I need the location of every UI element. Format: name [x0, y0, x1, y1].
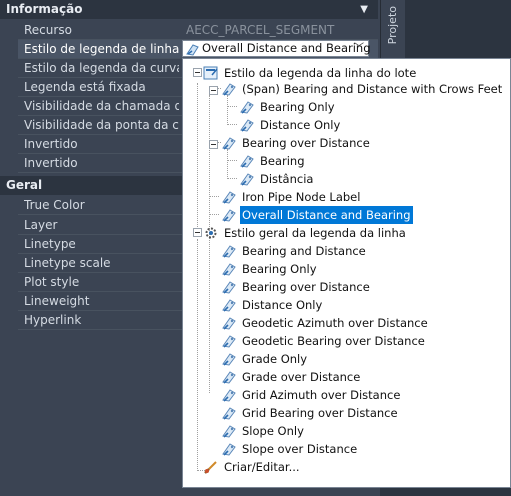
tree-item-label: Overall Distance and Bearing	[240, 206, 413, 224]
collapse-toggle[interactable]	[209, 86, 218, 95]
property-label: Estilo da legenda da curva	[24, 61, 179, 75]
label-style-icon	[239, 99, 255, 115]
tree-item-label: Distance Only	[260, 118, 341, 132]
label-style-icon	[221, 135, 237, 151]
tree-item-label: Criar/Editar...	[224, 460, 300, 474]
label-style-icon	[186, 44, 199, 56]
tree-item-label: Bearing Only	[260, 100, 335, 114]
property-label: Lineweight	[24, 294, 90, 308]
side-tab-label: Projeto	[386, 6, 399, 45]
tree-item-label: Iron Pipe Node Label	[242, 190, 361, 204]
property-label: Invertido	[24, 137, 78, 151]
label-style-icon	[239, 171, 255, 187]
label-style-icon	[221, 405, 237, 421]
tree-item-label: Slope over Distance	[242, 442, 358, 456]
property-label: Recurso	[24, 23, 72, 37]
property-label: Layer	[24, 218, 58, 232]
combo-value: Overall Distance and Bearing	[202, 41, 371, 55]
line-label-style-combo[interactable]: Overall Distance and Bearing ﹀	[182, 40, 371, 57]
section-header-informacao[interactable]: Informação ▼	[0, 0, 378, 19]
label-style-icon	[221, 189, 237, 205]
tree-item-label: Bearing over Distance	[242, 280, 370, 294]
label-style-icon	[221, 333, 237, 349]
tree-item-label: Estilo geral da legenda da linha	[224, 226, 406, 240]
tree-item-label: (Span) Bearing and Distance with Crows F…	[242, 82, 503, 96]
chevron-down-icon[interactable]: ﹀	[354, 41, 364, 56]
collapse-toggle[interactable]	[193, 68, 202, 77]
label-style-icon	[221, 297, 237, 313]
collapse-toggle[interactable]	[209, 140, 218, 149]
property-row-recurso[interactable]: Recurso AECC_PARCEL_SEGMENT	[18, 21, 378, 40]
property-label: Visibilidade da ponta da ch...	[24, 118, 179, 132]
label-style-icon	[221, 387, 237, 403]
tree-item-label: Grade over Distance	[242, 370, 361, 384]
label-style-icon	[221, 351, 237, 367]
label-style-icon	[221, 369, 237, 385]
tree-item-label: Slope Only	[242, 424, 304, 438]
tree-item-label: Grid Azimuth over Distance	[242, 388, 401, 402]
tree-item-label: Bearing over Distance	[242, 136, 370, 150]
property-label: Linetype scale	[24, 256, 111, 270]
label-style-icon	[221, 441, 237, 457]
property-label: Visibilidade da chamada d...	[24, 99, 179, 113]
label-style-icon	[221, 423, 237, 439]
label-style-icon	[221, 207, 237, 223]
tree-item-label: Bearing Only	[242, 262, 317, 276]
label-style-icon	[221, 261, 237, 277]
tree-item-label: Distance Only	[242, 298, 323, 312]
tree-item-label: Geodetic Azimuth over Distance	[242, 316, 428, 330]
label-style-icon	[221, 81, 237, 97]
folder-style-icon	[203, 66, 218, 80]
label-style-icon	[221, 315, 237, 331]
collapse-icon[interactable]: ▼	[360, 0, 368, 19]
tree-item-label: Grid Bearing over Distance	[242, 406, 398, 420]
property-label: Legenda está fixada	[24, 80, 146, 94]
property-label: Invertido	[24, 156, 78, 170]
label-style-icon	[221, 243, 237, 259]
tree-item-label: Bearing	[260, 154, 305, 168]
property-label: Linetype	[24, 237, 76, 251]
property-value: AECC_PARCEL_SEGMENT	[186, 23, 335, 37]
tree-item-label: Distância	[260, 172, 314, 186]
section-title: Informação	[6, 2, 83, 16]
property-label: Hyperlink	[24, 313, 82, 327]
gear-style-icon	[205, 227, 217, 239]
property-label: Plot style	[24, 275, 80, 289]
tree-item-label: Geodetic Bearing over Distance	[242, 334, 425, 348]
property-label: True Color	[24, 198, 85, 212]
property-label: Estilo de legenda de linha	[24, 42, 179, 56]
label-style-icon	[239, 153, 255, 169]
style-tree-dropdown[interactable]: Estilo da legenda da linha do lote (Span…	[182, 58, 511, 488]
tree-item-label: Bearing and Distance	[242, 244, 366, 258]
tree-item-label: Grade Only	[242, 352, 308, 366]
brush-edit-icon	[204, 461, 217, 474]
label-style-icon	[221, 279, 237, 295]
collapse-toggle[interactable]	[193, 228, 202, 237]
section-title: Geral	[6, 178, 43, 192]
label-style-icon	[239, 117, 255, 133]
